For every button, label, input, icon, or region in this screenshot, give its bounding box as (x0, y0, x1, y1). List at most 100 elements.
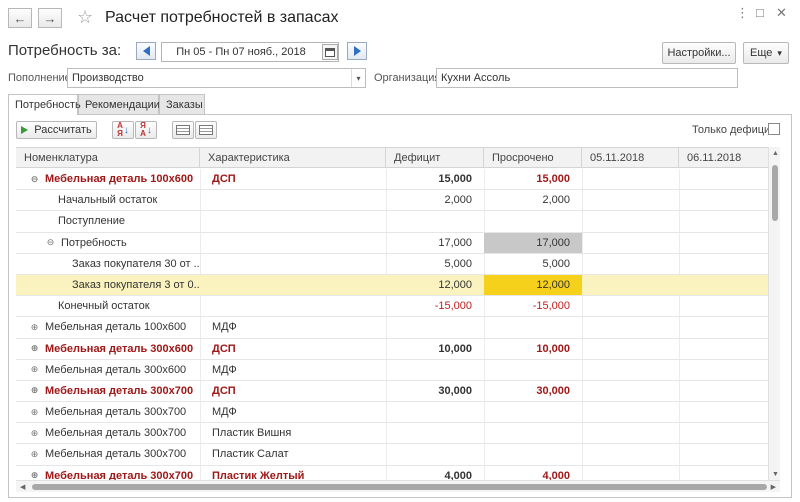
cell-characteristic[interactable]: Пластик Салат (212, 444, 382, 464)
only-deficit-checkbox[interactable] (768, 123, 780, 135)
table-row[interactable]: ⊕ Мебельная деталь 300x700 Пластик Вишня (16, 423, 768, 445)
cell-overdue[interactable] (484, 444, 582, 464)
cell-date-2[interactable] (679, 423, 768, 443)
cell-deficit[interactable]: 30,000 (386, 381, 484, 401)
cell-deficit[interactable] (386, 317, 484, 337)
table-row[interactable]: Поступление (16, 211, 768, 233)
cell-characteristic[interactable]: ДСП (212, 169, 382, 189)
scroll-down-icon[interactable]: ▼ (772, 471, 779, 478)
col-characteristic[interactable]: Характеристика (200, 148, 386, 168)
more-actions-button[interactable]: Еще ▾ (743, 42, 789, 64)
expand-icon[interactable]: ⊕ (30, 365, 39, 374)
cell-overdue[interactable]: 4,000 (484, 466, 582, 480)
cell-date-2[interactable] (679, 402, 768, 422)
cell-nomenclature[interactable]: ⊕ Мебельная деталь 100x600 (30, 317, 200, 337)
cell-date-2[interactable] (679, 360, 768, 380)
cell-nomenclature[interactable]: ⊖ Потребность (46, 233, 200, 253)
cell-characteristic[interactable]: МДФ (212, 360, 382, 380)
more-vertical-icon[interactable]: ⋮ (736, 5, 749, 21)
expand-icon[interactable]: ⊕ (30, 344, 39, 353)
cell-date-2[interactable] (679, 381, 768, 401)
cell-date-1[interactable] (582, 233, 679, 253)
cell-overdue[interactable] (484, 423, 582, 443)
scroll-left-icon[interactable]: ◀ (20, 483, 25, 491)
cell-overdue[interactable] (484, 402, 582, 422)
cell-date-2[interactable] (679, 444, 768, 464)
cell-overdue[interactable]: 17,000 (484, 232, 582, 253)
table-row[interactable]: ⊕ Мебельная деталь 300x700 Пластик Желтый 4… (16, 466, 768, 480)
table-row[interactable]: Заказ покупателя 3 от 0... 12,000 12,000 (16, 274, 768, 297)
cell-overdue[interactable]: 10,000 (484, 339, 582, 359)
cell-nomenclature[interactable]: ⊕ Мебельная деталь 300x600 (30, 360, 200, 380)
calculate-button[interactable]: Рассчитать (16, 121, 97, 139)
expand-icon[interactable]: ⊕ (30, 428, 39, 438)
cell-date-1[interactable] (582, 211, 679, 231)
cell-overdue[interactable]: 12,000 (484, 274, 582, 295)
cell-characteristic[interactable]: МДФ (212, 402, 382, 422)
cell-deficit[interactable] (386, 402, 484, 422)
cell-date-1[interactable] (582, 381, 679, 401)
cell-nomenclature[interactable]: Конечный остаток (46, 296, 200, 316)
expand-icon[interactable]: ⊕ (30, 386, 39, 395)
cell-deficit[interactable] (386, 423, 484, 443)
cell-deficit[interactable]: 5,000 (386, 254, 484, 274)
cell-nomenclature[interactable]: ⊕ Мебельная деталь 300x600 (30, 339, 200, 359)
col-date-1[interactable]: 05.11.2018 (582, 148, 679, 168)
calendar-button[interactable] (322, 44, 338, 60)
maximize-icon[interactable]: □ (756, 5, 764, 20)
cell-deficit[interactable]: 15,000 (386, 169, 484, 189)
cell-date-1[interactable] (582, 423, 679, 443)
cell-nomenclature[interactable]: Заказ покупателя 30 от ... (60, 254, 200, 274)
tab-need[interactable]: Потребность (8, 94, 81, 115)
cell-deficit[interactable]: 12,000 (386, 275, 484, 295)
table-row[interactable]: ⊕ Мебельная деталь 100x600 МДФ (16, 317, 768, 339)
expand-icon[interactable]: ⊕ (30, 407, 39, 417)
cell-date-2[interactable] (679, 211, 768, 231)
cell-nomenclature[interactable]: Заказ покупателя 3 от 0... (60, 275, 200, 295)
cell-date-1[interactable] (582, 317, 679, 337)
table-row[interactable]: ⊕ Мебельная деталь 300x600 МДФ (16, 360, 768, 381)
cell-overdue[interactable] (484, 317, 582, 337)
cell-characteristic[interactable] (212, 254, 382, 274)
tab-orders[interactable]: Заказы (159, 94, 205, 114)
col-deficit[interactable]: Дефицит (386, 148, 484, 168)
cell-characteristic[interactable] (212, 296, 382, 316)
sort-descending-button[interactable]: Я А ↓ (135, 121, 157, 139)
cell-nomenclature[interactable]: ⊕ Мебельная деталь 300x700 (30, 381, 200, 401)
cell-date-1[interactable] (582, 466, 679, 480)
vertical-scroll-thumb[interactable] (772, 165, 778, 221)
cell-date-1[interactable] (582, 169, 679, 189)
cell-date-1[interactable] (582, 339, 679, 359)
sort-ascending-button[interactable]: А Я ↓ (112, 121, 134, 139)
cell-deficit[interactable]: 4,000 (386, 466, 484, 480)
cell-characteristic[interactable]: ДСП (212, 339, 382, 359)
expand-icon[interactable]: ⊕ (30, 471, 39, 480)
cell-overdue[interactable]: 5,000 (484, 254, 582, 274)
table-row[interactable]: ⊕ Мебельная деталь 300x700 МДФ (16, 402, 768, 424)
replenishment-select[interactable]: Производство ▾ (67, 68, 366, 88)
cell-nomenclature[interactable]: ⊕ Мебельная деталь 300x700 (30, 402, 200, 422)
cell-date-1[interactable] (582, 444, 679, 464)
cell-date-2[interactable] (679, 169, 768, 189)
col-overdue[interactable]: Просрочено (484, 148, 582, 168)
cell-characteristic[interactable]: МДФ (212, 317, 382, 337)
cell-deficit[interactable] (386, 211, 484, 231)
cell-date-2[interactable] (679, 296, 768, 316)
cell-deficit[interactable]: 2,000 (386, 190, 484, 210)
table-row[interactable]: ⊕ Мебельная деталь 300x600 ДСП 10,000 10,000 (16, 339, 768, 360)
cell-overdue[interactable]: 2,000 (484, 190, 582, 210)
cell-overdue[interactable]: 15,000 (484, 169, 582, 189)
cell-overdue[interactable]: -15,000 (484, 296, 582, 316)
period-prev-button[interactable] (136, 42, 156, 60)
cell-date-2[interactable] (679, 466, 768, 480)
collapse-icon[interactable]: ⊖ (46, 238, 55, 247)
cell-nomenclature[interactable]: ⊖ Мебельная деталь 100x600 (30, 169, 200, 189)
close-icon[interactable]: ✕ (776, 5, 787, 21)
scroll-right-icon[interactable]: ▶ (771, 483, 776, 491)
scroll-up-icon[interactable]: ▲ (772, 150, 779, 157)
cell-characteristic[interactable] (212, 190, 382, 210)
cell-date-2[interactable] (679, 254, 768, 274)
back-button[interactable]: ← (8, 8, 32, 28)
cell-deficit[interactable] (386, 444, 484, 464)
table-row[interactable]: Конечный остаток -15,000 -15,000 (16, 296, 768, 318)
